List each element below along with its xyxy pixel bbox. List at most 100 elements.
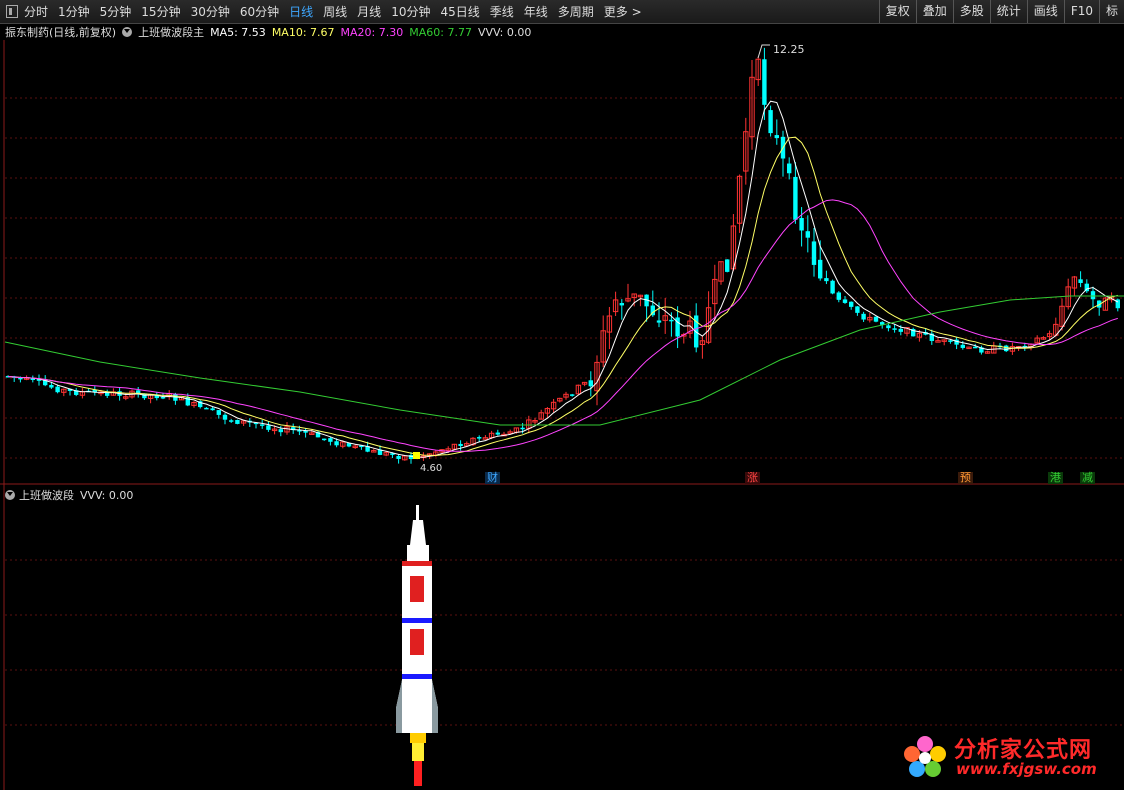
candle-body (818, 259, 823, 279)
candle-body (799, 218, 804, 231)
ma20-line (7, 199, 1118, 452)
candle-body (328, 438, 333, 442)
period-tab-3[interactable]: 15分钟 (141, 3, 180, 20)
candle-body (334, 441, 339, 446)
candle-body (235, 419, 240, 424)
main-indicator-info: 振东制药(日线,前复权) 上班做波段主 MA5: 7.53 MA10: 7.67… (5, 25, 537, 40)
candle-body (18, 377, 23, 380)
period-tab-14[interactable]: 更多 > (604, 3, 642, 20)
rocket-window-1 (410, 576, 424, 602)
hint-zhang[interactable]: 涨 (745, 472, 760, 484)
candle-body (669, 319, 674, 322)
candle-body (960, 344, 965, 348)
candle-body (322, 438, 327, 441)
period-tab-0[interactable]: 分时 (24, 3, 48, 20)
period-tab-12[interactable]: 年线 (524, 3, 548, 20)
rocket-band-blue-2 (402, 674, 432, 679)
candle-body (861, 313, 866, 320)
high-price-label: 12.25 (773, 43, 805, 56)
toolbar-button-6[interactable]: 标 (1098, 0, 1124, 23)
candle-body (656, 320, 662, 323)
candle-body (892, 328, 897, 330)
flower-logo-icon (904, 736, 946, 777)
watermark-url: www.fxjgsw.com (956, 760, 1097, 778)
toolbar-button-3[interactable]: 统计 (989, 0, 1027, 23)
sub-indicator-info: 上班做波段 VVV: 0.00 (5, 488, 133, 502)
candle-body (849, 301, 854, 307)
candle-body (886, 325, 891, 329)
candle-body (774, 135, 779, 139)
period-tab-4[interactable]: 30分钟 (191, 3, 230, 20)
candle-body (495, 432, 500, 435)
ma60-value: MA60: 7.77 (409, 25, 472, 39)
ma5-value: MA5: 7.53 (210, 25, 266, 39)
candle-body (482, 437, 489, 440)
candle-body (160, 397, 166, 399)
site-watermark: 分析家公式网 www.fxjgsw.com (902, 732, 1112, 782)
candle-body (1078, 279, 1083, 283)
toolbar-button-1[interactable]: 叠加 (915, 0, 953, 23)
candle-body (973, 346, 978, 349)
candle-body (458, 443, 463, 447)
candle-body (811, 241, 817, 265)
hint-jian[interactable]: 减 (1080, 472, 1095, 484)
period-tab-13[interactable]: 多周期 (558, 3, 594, 20)
rocket-lower-body (396, 680, 438, 733)
candle-body (396, 456, 401, 459)
period-tab-9[interactable]: 10分钟 (391, 3, 430, 20)
candle-body (935, 340, 941, 343)
candle-body (768, 110, 773, 134)
indicator-name: 上班做波段主 (138, 26, 205, 39)
hint-yu[interactable]: 预 (958, 472, 973, 484)
candle-body (805, 231, 810, 238)
window-menu-icon[interactable] (6, 5, 18, 18)
hint-gang[interactable]: 港 (1048, 472, 1063, 484)
candle-body (570, 394, 575, 396)
toolbar-button-2[interactable]: 多股 (952, 0, 990, 23)
rocket-flame-core (414, 761, 422, 786)
sub-indicator-name: 上班做波段 (19, 489, 74, 502)
stock-title: 振东制药(日线,前复权) (5, 26, 117, 39)
candle-body (842, 299, 848, 303)
candle-body (520, 427, 525, 430)
right-buttons: 复权 叠加 多股 统计 画线 F10 标 (878, 0, 1124, 23)
period-tab-1[interactable]: 1分钟 (58, 3, 90, 20)
kline-chart[interactable]: 12.25 4.60 (0, 0, 1124, 790)
candle-body (588, 380, 593, 387)
candle-body (836, 292, 841, 300)
rocket-band-red (402, 561, 432, 566)
toolbar-button-0[interactable]: 复权 (878, 0, 916, 23)
rocket-nose (410, 520, 426, 545)
ma5-line (7, 100, 1119, 458)
candle-body (210, 408, 215, 411)
period-tab-6[interactable]: 日线 (289, 3, 313, 20)
candle-body (824, 278, 829, 282)
period-tab-5[interactable]: 60分钟 (240, 3, 279, 20)
candle-body (793, 176, 798, 220)
sub-indicator-menu-icon[interactable] (5, 490, 15, 500)
period-tabs: 分时 1分钟 5分钟 15分钟 30分钟 60分钟 日线 周线 月线 10分钟 45日线 季线 年线 多周… (24, 0, 652, 23)
candle-body (1004, 345, 1009, 352)
ma10-line (7, 136, 1118, 457)
candle-body (49, 384, 54, 388)
rocket-fin-right (432, 680, 438, 733)
ma10-value: MA10: 7.67 (271, 25, 335, 39)
low-price-label: 4.60 (420, 463, 442, 474)
toolbar-button-4[interactable]: 画线 (1026, 0, 1064, 23)
period-tab-10[interactable]: 45日线 (440, 3, 479, 20)
rocket-neck (407, 545, 429, 562)
period-tab-7[interactable]: 周线 (323, 3, 347, 20)
period-tab-8[interactable]: 月线 (357, 3, 381, 20)
rocket-flame-outer (410, 733, 426, 743)
period-tab-2[interactable]: 5分钟 (100, 3, 132, 20)
period-tab-11[interactable]: 季线 (490, 3, 514, 20)
hint-cai[interactable]: 财 (485, 472, 500, 484)
candle-body (619, 303, 624, 306)
candle-body (898, 328, 903, 332)
candle-body (873, 316, 879, 322)
candle-body (222, 414, 228, 420)
vvv-value: VVV: 0.00 (477, 25, 532, 39)
indicator-menu-icon[interactable] (122, 27, 133, 37)
toolbar-button-5[interactable]: F10 (1063, 0, 1099, 23)
candle-body (55, 386, 60, 393)
